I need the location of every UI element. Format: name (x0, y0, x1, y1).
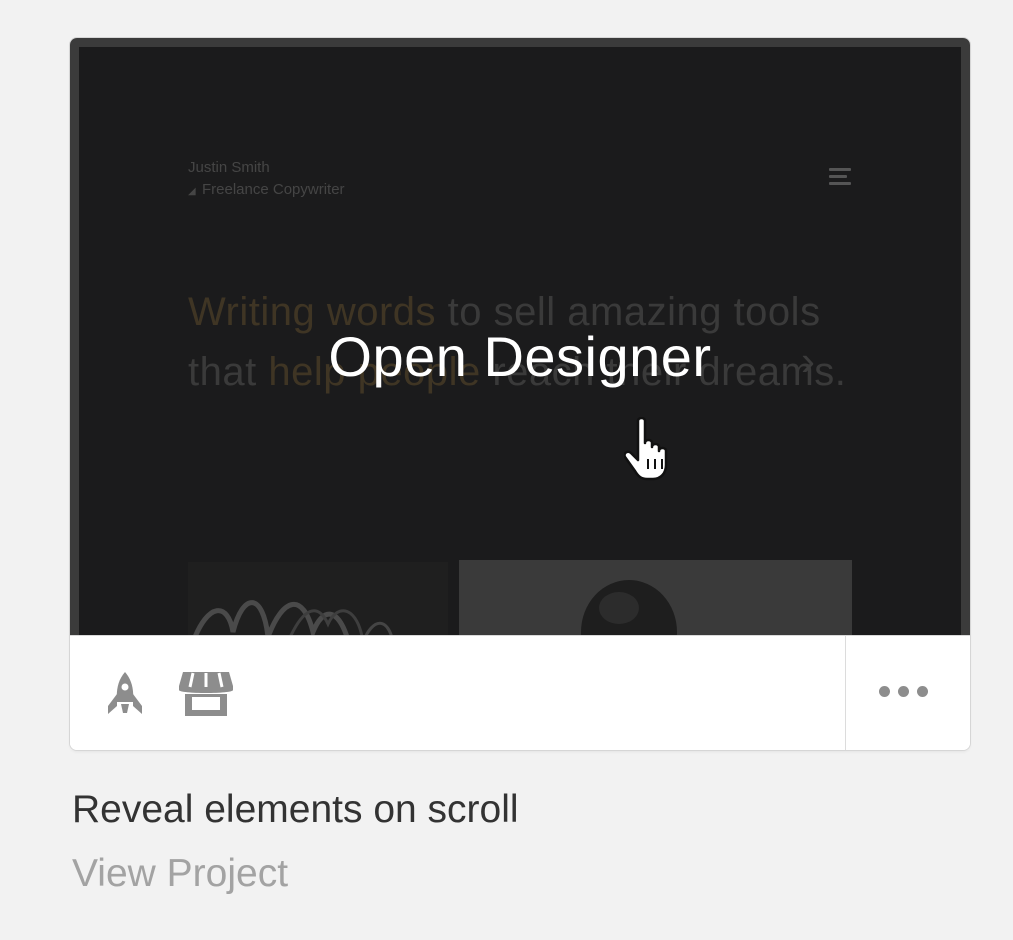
view-project-link[interactable]: View Project (72, 852, 288, 896)
more-dots-icon (879, 686, 890, 697)
preview-image-sparkler (188, 562, 448, 635)
site-brand: Justin Smith ◢ Freelance Copywriter (188, 157, 345, 203)
brand-role: Freelance Copywriter (202, 181, 345, 198)
preview-canvas: Justin Smith ◢ Freelance Copywriter Writi… (79, 47, 961, 635)
open-designer-label[interactable]: Open Designer (79, 324, 961, 389)
project-preview[interactable]: Justin Smith ◢ Freelance Copywriter Writi… (70, 38, 970, 635)
brand-logo-icon: ◢ (188, 186, 196, 197)
project-card[interactable]: Justin Smith ◢ Freelance Copywriter Writi… (70, 38, 970, 750)
more-options-button[interactable] (846, 636, 970, 750)
more-dots-icon (917, 686, 928, 697)
rocket-icon[interactable] (102, 670, 148, 723)
hand-pointer-cursor-icon (623, 416, 676, 486)
preview-image-photo (459, 560, 852, 635)
hamburger-menu-icon (829, 166, 851, 186)
brand-role-line: ◢ Freelance Copywriter (188, 179, 345, 203)
card-toolbar (70, 635, 970, 750)
more-dots-icon (898, 686, 909, 697)
project-title: Reveal elements on scroll (72, 788, 519, 831)
storefront-icon[interactable] (177, 670, 235, 723)
brand-name: Justin Smith (188, 159, 270, 176)
